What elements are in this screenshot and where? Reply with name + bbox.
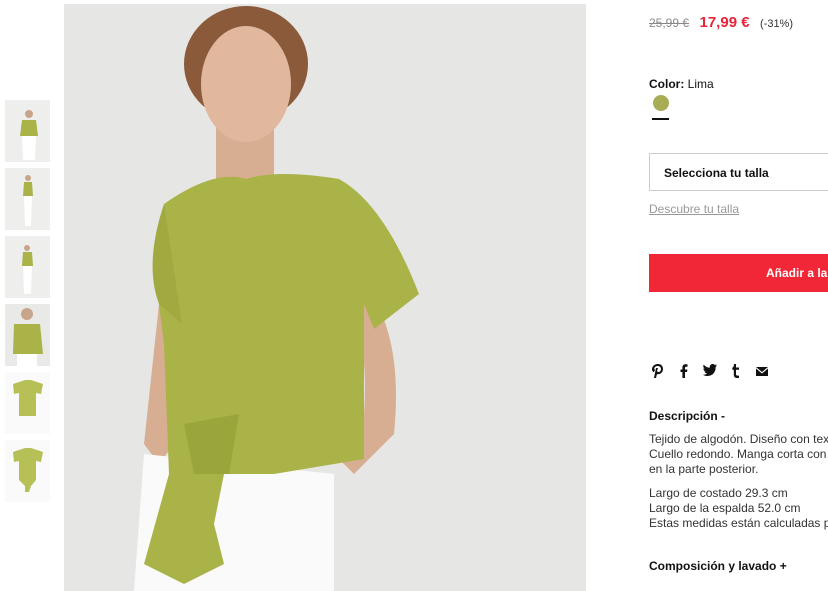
twitter-icon[interactable] <box>701 364 719 380</box>
email-icon[interactable] <box>753 364 771 380</box>
color-label-value: Lima <box>687 77 714 91</box>
thumbnail-strip <box>5 100 51 508</box>
size-select[interactable]: Selecciona tu talla <box>649 153 828 191</box>
size-guide-link[interactable]: Descubre tu talla <box>649 202 739 216</box>
thumbnail-2[interactable] <box>5 168 50 230</box>
thumbnail-3[interactable] <box>5 236 50 298</box>
thumbnail-5[interactable] <box>5 372 50 434</box>
sale-price: 17,99 € <box>699 14 750 31</box>
share-icons <box>649 364 779 380</box>
description-line: Cuello redondo. Manga corta con <box>649 447 827 461</box>
price-row: 25,99 € 17,99 € (-31%) <box>649 14 793 32</box>
add-to-cart-button[interactable]: Añadir a la <box>649 254 828 292</box>
product-main-image[interactable] <box>64 4 586 591</box>
thumbnail-4[interactable] <box>5 304 50 366</box>
description-line: Tejido de algodón. Diseño con tex <box>649 432 828 446</box>
pinterest-icon[interactable] <box>649 364 667 380</box>
description-line: Estas medidas están calculadas pa <box>649 516 828 530</box>
description-title[interactable]: Descripción - <box>649 409 725 423</box>
description-line: Largo de costado 29.3 cm <box>649 486 788 500</box>
tumblr-icon[interactable] <box>727 364 745 380</box>
discount-badge: (-31%) <box>760 18 794 30</box>
swatch-selected-indicator <box>652 118 669 120</box>
thumbnail-1[interactable] <box>5 100 50 162</box>
description-gap <box>649 477 828 486</box>
description-line: en la parte posterior. <box>649 462 759 476</box>
color-label-key: Color: <box>649 77 685 91</box>
composition-title[interactable]: Composición y lavado + <box>649 559 787 573</box>
facebook-icon[interactable] <box>675 364 693 380</box>
color-label: Color: Lima <box>649 77 714 91</box>
description-text: Tejido de algodón. Diseño con tex Cuello… <box>649 432 828 531</box>
thumbnail-6[interactable] <box>5 440 50 502</box>
old-price: 25,99 € <box>649 16 690 30</box>
color-swatch-lima[interactable] <box>653 95 669 111</box>
description-line: Largo de la espalda 52.0 cm <box>649 501 801 515</box>
